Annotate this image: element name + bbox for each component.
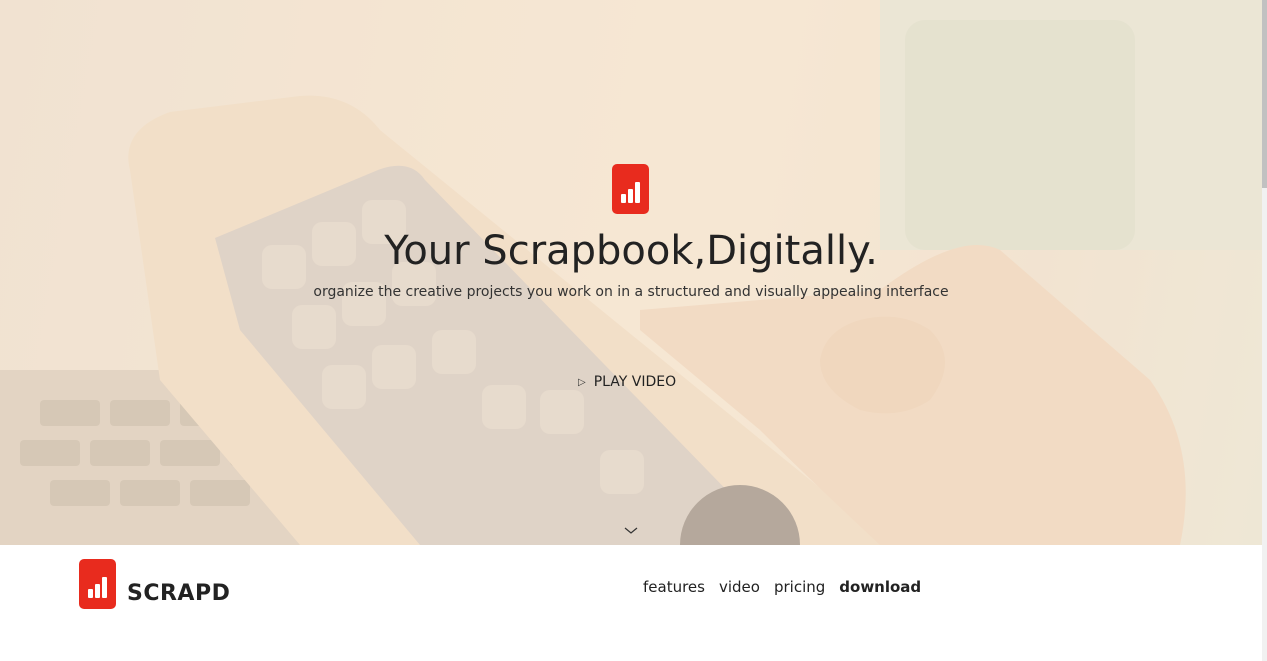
hero-subtitle: organize the creative projects you work … [313,284,949,300]
brand-name[interactable]: SCRAPD [127,581,230,606]
nav-link-download[interactable]: download [839,578,921,596]
navbar: SCRAPD features video pricing download [0,545,1262,661]
hero-section: Your Scrapbook,Digitally. organize the c… [0,0,1262,545]
scrollbar-thumb[interactable] [1262,0,1267,188]
chevron-down-icon[interactable] [624,524,638,538]
hero-logo-icon [612,164,649,214]
nav-link-pricing[interactable]: pricing [774,578,825,596]
brand-logo-icon[interactable] [79,559,116,609]
nav-links: features video pricing download [643,578,921,596]
nav-link-features[interactable]: features [643,578,705,596]
hero-content: Your Scrapbook,Digitally. organize the c… [0,0,1262,545]
nav-link-video[interactable]: video [719,578,760,596]
play-video-label: PLAY VIDEO [593,374,677,390]
hero-title: Your Scrapbook,Digitally. [384,228,878,274]
play-outline-icon: ▷ [578,376,586,388]
play-video-button[interactable]: ▷ PLAY VIDEO [578,372,676,392]
